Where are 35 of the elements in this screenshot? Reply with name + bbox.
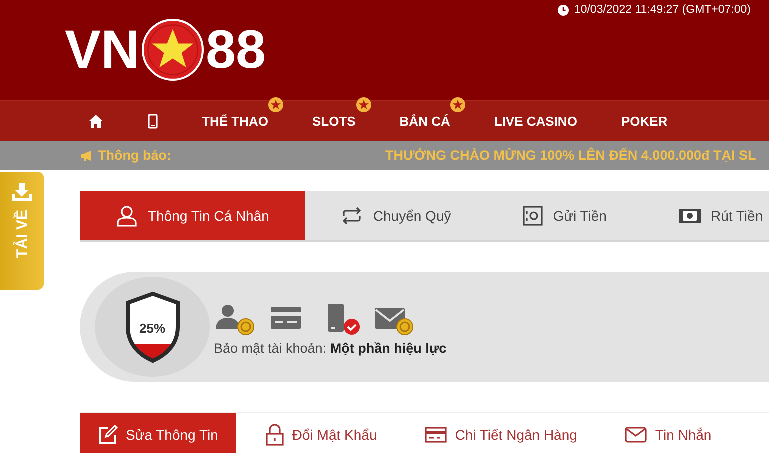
banknote-icon: [678, 208, 701, 222]
nav-link[interactable]: SLOTS: [312, 114, 356, 128]
safe-icon: [523, 206, 544, 226]
download-icon: [11, 182, 33, 202]
logo-text: VN: [65, 23, 140, 77]
security-status: Một phần hiệu lực: [330, 340, 447, 356]
security-label: Bảo mật tài khoản:: [214, 340, 327, 356]
logo-text: 88: [206, 23, 266, 77]
megaphone-icon: [80, 150, 94, 162]
arrows-icon: [341, 206, 364, 224]
tab[interactable]: Chuyển Quỹ: [305, 191, 488, 240]
home-icon[interactable]: [88, 114, 104, 128]
subtab[interactable]: Đổi Mật Khẩu: [248, 413, 396, 453]
subtab[interactable]: Tin Nhắn: [607, 413, 730, 453]
mail-icon: [625, 427, 648, 443]
notice-text: THƯỞNG CHÀO MỪNG 100% LÊN ĐẾN 4.000.000đ TẠI SL: [385, 148, 756, 163]
subtab[interactable]: Chi Tiết Ngân Hàng: [407, 413, 596, 453]
nav-link[interactable]: POKER: [621, 114, 668, 128]
user-icon: [116, 204, 138, 226]
nav-link[interactable]: BẮN CÁ: [400, 114, 450, 128]
clock-icon: [558, 4, 570, 16]
datetime-text: 10/03/2022 11:49:27 (GMT+07:00): [574, 4, 751, 16]
nav-link[interactable]: THỂ THAO: [202, 114, 268, 128]
notice-label: Thông báo:: [98, 148, 172, 163]
tab[interactable]: Rút Tiền: [642, 191, 769, 240]
edit-icon: [98, 425, 118, 445]
phone-icon[interactable]: [148, 114, 158, 128]
tab[interactable]: Gửi Tiền: [487, 191, 643, 240]
subtab[interactable]: Sửa Thông Tin: [80, 413, 236, 453]
card-icon: [425, 427, 448, 443]
tab[interactable]: Thông Tin Cá Nhân: [80, 191, 306, 240]
lock-icon: [266, 424, 284, 446]
nav-link[interactable]: LIVE CASINO: [494, 114, 578, 128]
percent-text: 25%: [138, 321, 167, 336]
star-ball-icon: [142, 19, 204, 81]
